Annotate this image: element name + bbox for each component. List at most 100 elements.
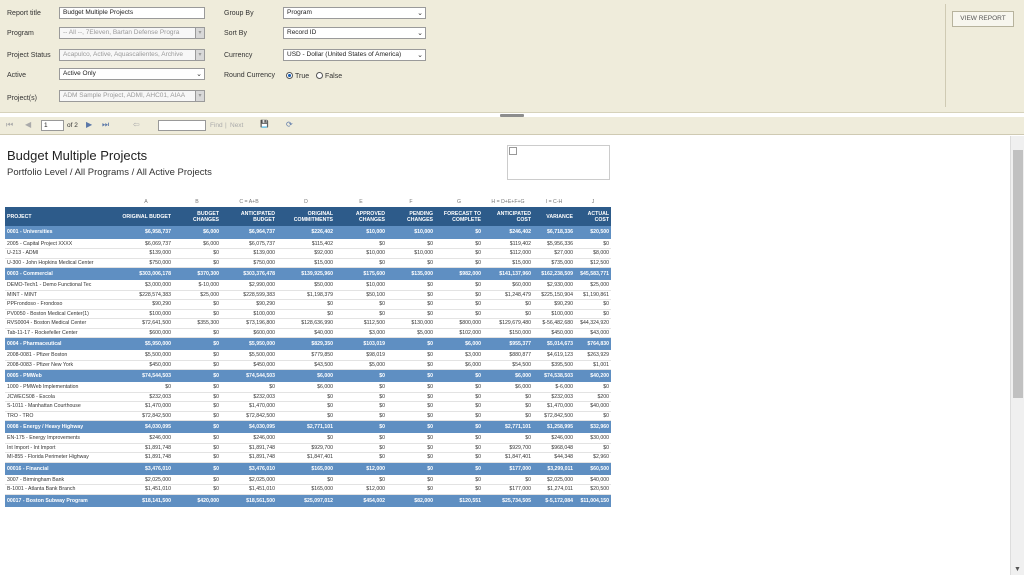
- program-value: -- All --, 7Eleven, Bartan Defense Progr…: [63, 29, 180, 36]
- program-dropdown-icon[interactable]: ▾: [195, 28, 204, 38]
- project-cell: 1000 - PMWeb Implementation: [5, 382, 119, 393]
- first-page-icon[interactable]: ⏮: [6, 120, 13, 130]
- value-cell: $150,000: [483, 328, 533, 338]
- column-header[interactable]: BUDGET CHANGES: [173, 207, 221, 226]
- value-cell: $0: [483, 309, 533, 319]
- next-page-icon[interactable]: ▶: [86, 120, 92, 129]
- group-row: 0001 - Universities $6,958,737 $6,000 $6,96…: [5, 226, 611, 240]
- currency-select[interactable]: USD - Dollar (United States of America) ⌄: [283, 49, 426, 61]
- value-cell: $6,964,737: [221, 226, 277, 240]
- scroll-down-icon[interactable]: ▼: [1014, 566, 1021, 573]
- refresh-icon[interactable]: ⟳: [286, 120, 293, 129]
- value-cell: $0: [173, 299, 221, 310]
- value-cell: $165,000: [277, 462, 335, 476]
- column-header[interactable]: PENDING CHANGES: [387, 207, 435, 226]
- find-link[interactable]: Find: [210, 122, 223, 129]
- table-row: JCWECS08 - Escola $232,003 $0 $232,003 $0 $0 $…: [5, 392, 611, 402]
- column-header[interactable]: APPROVED CHANGES: [335, 207, 387, 226]
- value-cell: $54,500: [483, 360, 533, 370]
- projects-multiselect[interactable]: ADM Sample Project, ADMI, AHC01, AIAA ▾: [59, 90, 205, 102]
- active-label: Active: [7, 72, 27, 79]
- value-cell: $0: [173, 433, 221, 444]
- back-icon[interactable]: ⇦: [133, 120, 140, 129]
- value-cell: $0: [173, 248, 221, 259]
- radio-selected-icon[interactable]: [286, 72, 293, 79]
- value-cell: $0: [575, 411, 611, 421]
- value-cell: $0: [387, 443, 435, 453]
- table-row: B-1001 - Atlanta Bank Branch $1,451,010 $0…: [5, 484, 611, 495]
- round-true-option[interactable]: True: [286, 72, 309, 80]
- group-by-select[interactable]: Program ⌄: [283, 7, 426, 19]
- round-false-option[interactable]: False: [316, 72, 342, 80]
- last-page-icon[interactable]: ⏭: [102, 120, 109, 130]
- find-input[interactable]: [158, 120, 206, 131]
- column-header[interactable]: ORIGINAL COMMITMENTS: [277, 207, 335, 226]
- column-header[interactable]: VARIANCE: [533, 207, 575, 226]
- column-formula: A: [119, 197, 173, 207]
- value-cell: $929,700: [483, 443, 533, 453]
- value-cell: $18,561,500: [221, 494, 277, 508]
- project-status-value: Acapulco, Active, Aquascalientes, Archiv…: [63, 51, 183, 58]
- value-cell: $0: [435, 290, 483, 300]
- report-title-input[interactable]: Budget Multiple Projects: [59, 7, 205, 19]
- value-cell: $4,619,123: [533, 350, 575, 361]
- value-cell: $0: [483, 433, 533, 444]
- previous-page-icon[interactable]: ◀: [25, 120, 31, 129]
- parameters-panel: Report title Budget Multiple Projects Pr…: [0, 0, 1024, 113]
- view-report-button[interactable]: VIEW REPORT: [952, 11, 1014, 27]
- active-value: Active Only: [63, 70, 96, 77]
- value-cell: $5,000: [335, 360, 387, 370]
- value-cell: $2,025,000: [221, 475, 277, 485]
- value-cell: $2,025,000: [533, 475, 575, 485]
- sort-by-value: Record ID: [287, 29, 317, 36]
- value-cell: $0: [221, 382, 277, 393]
- value-cell: $0: [387, 382, 435, 393]
- projects-dropdown-icon[interactable]: ▾: [195, 91, 204, 101]
- value-cell: $43,000: [575, 328, 611, 338]
- table-row: 1000 - PMWeb Implementation $0 $0 $0 $6,000 $…: [5, 382, 611, 393]
- value-cell: $0: [435, 248, 483, 259]
- value-cell: $2,990,000: [221, 280, 277, 291]
- value-cell: $1,470,000: [533, 401, 575, 412]
- value-cell: $0: [387, 484, 435, 495]
- value-cell: $450,000: [221, 360, 277, 370]
- value-cell: $1,891,748: [119, 443, 173, 453]
- scrollbar-thumb[interactable]: [1013, 150, 1023, 398]
- value-cell: $6,000: [277, 369, 335, 383]
- column-header[interactable]: FORECAST TO COMPLETE: [435, 207, 483, 226]
- value-cell: $6,000: [435, 337, 483, 351]
- table-row: EN-175 - Energy Improvements $246,000 $0 $2…: [5, 433, 611, 444]
- currency-value: USD - Dollar (United States of America): [287, 51, 402, 58]
- value-cell: $112,000: [483, 248, 533, 259]
- value-cell: $0: [173, 401, 221, 412]
- value-cell: $3,299,011: [533, 462, 575, 476]
- column-header[interactable]: PROJECT: [5, 207, 119, 226]
- value-cell: $0: [335, 420, 387, 434]
- column-header[interactable]: ANTICIPATED COST: [483, 207, 533, 226]
- page-number-input[interactable]: 1: [41, 120, 64, 131]
- find-next-link[interactable]: Next: [230, 122, 243, 129]
- column-header[interactable]: ORIGINAL BUDGET: [119, 207, 173, 226]
- sort-by-select[interactable]: Record ID ⌄: [283, 27, 426, 39]
- value-cell: $450,000: [533, 328, 575, 338]
- program-multiselect[interactable]: -- All --, 7Eleven, Bartan Defense Progr…: [59, 27, 205, 39]
- value-cell: $60,500: [575, 462, 611, 476]
- project-status-dropdown-icon[interactable]: ▾: [195, 50, 204, 60]
- value-cell: $0: [277, 411, 335, 421]
- project-cell: MINT - MINT: [5, 290, 119, 300]
- column-header[interactable]: ACTUAL COST: [575, 207, 611, 226]
- value-cell: $0: [335, 452, 387, 463]
- value-cell: $11,004,150: [575, 494, 611, 508]
- export-icon[interactable]: 💾: [260, 120, 269, 128]
- value-cell: $955,377: [483, 337, 533, 351]
- value-cell: $829,350: [277, 337, 335, 351]
- vertical-scrollbar[interactable]: ▼: [1010, 136, 1024, 575]
- column-header[interactable]: ANTICIPATED BUDGET: [221, 207, 277, 226]
- table-header: PROJECT ORIGINAL BUDGET BUDGET CHANGES ANTI…: [5, 207, 611, 226]
- project-status-multiselect[interactable]: Acapulco, Active, Aquascalientes, Archiv…: [59, 49, 205, 61]
- value-cell: $45,583,771: [575, 267, 611, 281]
- active-select[interactable]: Active Only ⌄: [59, 68, 205, 80]
- value-cell: $120,551: [435, 494, 483, 508]
- radio-icon[interactable]: [316, 72, 323, 79]
- value-cell: $0: [387, 462, 435, 476]
